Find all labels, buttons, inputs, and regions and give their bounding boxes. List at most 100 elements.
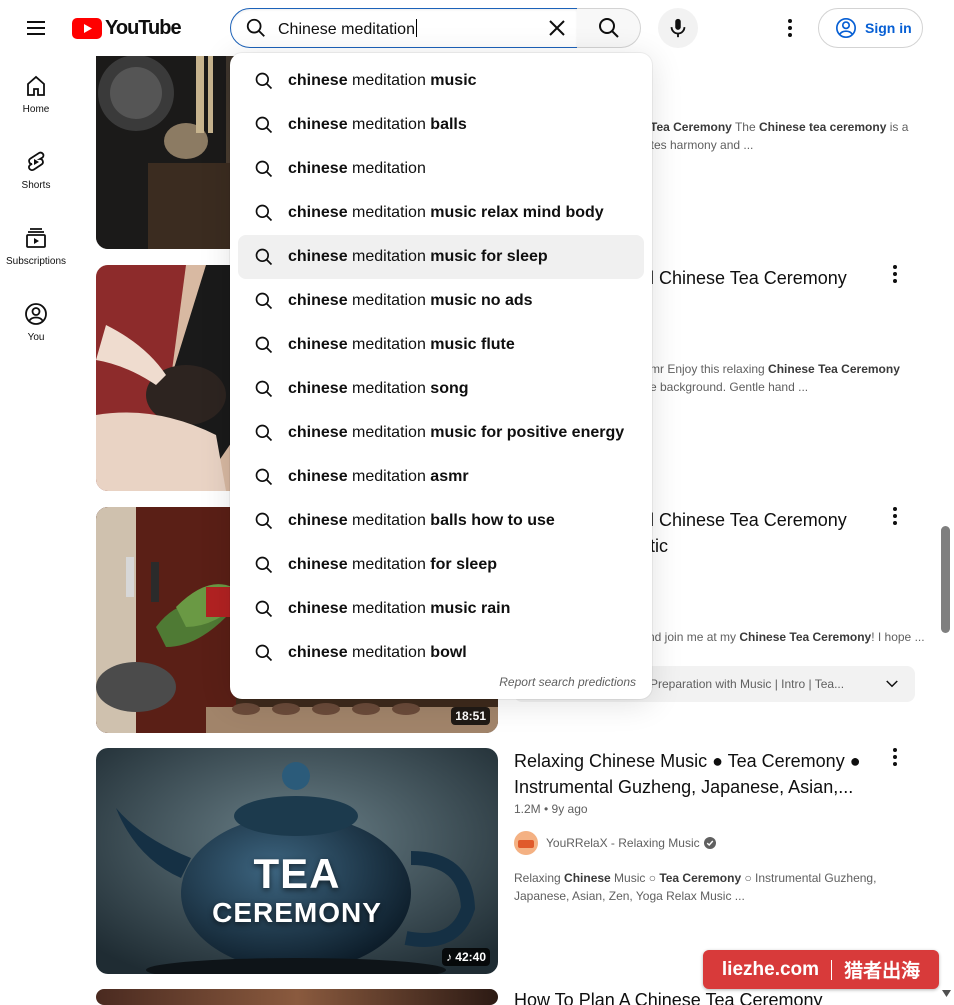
- more-vert-icon: [893, 265, 897, 283]
- sidebar-item-subscriptions[interactable]: Subscriptions: [0, 208, 72, 282]
- settings-menu-button[interactable]: [770, 8, 810, 48]
- result-title[interactable]: How To Plan A Chinese Tea Ceremony: [514, 989, 914, 1005]
- sidebar-item-label: Home: [22, 104, 50, 115]
- thumbnail-subtitle-text: CEREMONY: [212, 897, 382, 928]
- channel-name: YouRRelaX - Relaxing Music: [546, 836, 700, 850]
- youtube-logo[interactable]: YouTube: [72, 16, 182, 40]
- watermark-divider: [831, 959, 833, 980]
- more-vert-icon: [893, 748, 897, 766]
- page-scrollbar[interactable]: [938, 0, 954, 1005]
- sidebar-item-home[interactable]: Home: [0, 56, 72, 130]
- search-suggestion-item[interactable]: chinese meditation music for sleep: [238, 235, 644, 279]
- search-suggestion-item[interactable]: chinese meditation music flute: [238, 323, 644, 367]
- search-input[interactable]: Chinese meditation: [230, 8, 578, 48]
- search-suggestion-item[interactable]: chinese meditation asmr: [238, 455, 644, 499]
- chapters-text: Preparation with Music | Intro | Tea...: [650, 677, 845, 691]
- search-icon: [254, 159, 274, 184]
- search-suggestion-item[interactable]: chinese meditation music rain: [238, 587, 644, 631]
- watermark-right-text: 猎者出海: [844, 961, 921, 982]
- search-suggestion-text: chinese meditation song: [288, 380, 469, 397]
- search-suggestion-item[interactable]: chinese meditation balls: [238, 103, 644, 147]
- shorts-icon: [28, 151, 45, 171]
- channel-link[interactable]: YouRRelaX - Relaxing Music: [514, 831, 716, 855]
- watermark-badge: liezhe.com 猎者出海: [703, 950, 939, 989]
- account-circle-icon: [836, 18, 856, 38]
- search-icon: [254, 203, 274, 228]
- result-title-line: al Chinese Tea Ceremony: [640, 510, 847, 530]
- video-thumbnail[interactable]: [96, 989, 498, 1005]
- search-icon: [254, 467, 274, 492]
- result-title[interactable]: Relaxing Chinese Music ● Tea Ceremony ● …: [514, 748, 874, 800]
- report-search-predictions-link[interactable]: Report search predictions: [499, 675, 636, 689]
- sidebar-item-you[interactable]: You: [0, 284, 72, 358]
- more-vert-icon: [893, 507, 897, 525]
- subscriptions-icon: [26, 228, 46, 248]
- search-icon: [254, 335, 274, 360]
- search-suggestion-text: chinese meditation music for positive en…: [288, 424, 625, 441]
- search-suggestion-text: chinese meditation balls: [288, 116, 467, 133]
- search-icon: [254, 555, 274, 580]
- result-snippet: nd join me at my Chinese Tea Ceremony! I…: [648, 630, 925, 644]
- menu-button[interactable]: [16, 8, 56, 48]
- sidebar-item-shorts[interactable]: Shorts: [0, 132, 72, 206]
- search-suggestion-item[interactable]: chinese meditation music for positive en…: [238, 411, 644, 455]
- search-suggestion-text: chinese meditation balls how to use: [288, 512, 555, 529]
- search-suggestion-item[interactable]: chinese meditation bowl: [238, 631, 644, 675]
- search-input-value[interactable]: Chinese meditation: [278, 19, 417, 39]
- result-snippet: mr Enjoy this relaxing Chinese Tea Cerem…: [650, 362, 900, 394]
- video-duration: ♪ 42:40: [441, 948, 490, 966]
- hamburger-icon: [27, 21, 45, 35]
- you-icon: [25, 303, 47, 325]
- music-note-icon: ♪: [445, 950, 452, 964]
- sidebar-item-label: Shorts: [21, 180, 51, 191]
- more-vert-icon: [788, 19, 792, 37]
- search-icon: [254, 643, 274, 668]
- close-icon: [549, 20, 565, 36]
- search-suggestion-item[interactable]: chinese meditation music relax mind body: [238, 191, 644, 235]
- video-duration: 18:51: [451, 707, 490, 725]
- search-suggestion-text: chinese meditation music relax mind body: [288, 204, 604, 221]
- clear-search-button[interactable]: [541, 9, 573, 47]
- search-button[interactable]: [577, 8, 641, 48]
- search-icon: [254, 71, 274, 96]
- result-menu-button[interactable]: [883, 262, 907, 286]
- search-suggestion-item[interactable]: chinese meditation music: [238, 59, 644, 103]
- video-result[interactable]: TEA CEREMONY ♪ 42:40 Relaxing Chinese Mu…: [96, 748, 916, 974]
- video-result[interactable]: How To Plan A Chinese Tea Ceremony: [96, 989, 916, 1005]
- search-suggestion-text: chinese meditation asmr: [288, 468, 469, 485]
- chevron-down-icon[interactable]: [883, 675, 901, 696]
- search-icon: [254, 247, 274, 272]
- search-suggestion-text: chinese meditation music for sleep: [288, 248, 548, 265]
- search-suggestion-text: chinese meditation music flute: [288, 336, 515, 353]
- search-suggestion-item[interactable]: chinese meditation for sleep: [238, 543, 644, 587]
- voice-search-button[interactable]: [658, 8, 698, 48]
- search-icon: [254, 115, 274, 140]
- scroll-down-arrow-icon[interactable]: [942, 990, 951, 997]
- sidebar-item-label: You: [27, 332, 45, 343]
- result-menu-button[interactable]: [883, 745, 907, 769]
- search-icon: [598, 18, 619, 38]
- search-suggestion-text: chinese meditation: [288, 160, 426, 177]
- search-icon: [254, 379, 274, 404]
- search-suggestion-item[interactable]: chinese meditation: [238, 147, 644, 191]
- result-meta: 1.2M • 9y ago: [514, 802, 588, 816]
- search-suggestion-text: chinese meditation music no ads: [288, 292, 533, 309]
- search-suggestion-item[interactable]: chinese meditation music no ads: [238, 279, 644, 323]
- search-icon: [245, 17, 267, 44]
- microphone-icon: [670, 18, 686, 38]
- search-suggestion-item[interactable]: chinese meditation balls how to use: [238, 499, 644, 543]
- avatar: [514, 831, 538, 855]
- result-menu-button[interactable]: [883, 504, 907, 528]
- verified-badge-icon: [703, 837, 716, 849]
- sign-in-button[interactable]: Sign in: [818, 8, 923, 48]
- search-suggestion-text: chinese meditation bowl: [288, 644, 467, 661]
- scrollbar-thumb[interactable]: [941, 526, 950, 633]
- search-icon: [254, 599, 274, 624]
- video-thumbnail[interactable]: TEA CEREMONY ♪ 42:40: [96, 748, 498, 974]
- search-suggestion-text: chinese meditation music: [288, 72, 477, 89]
- thumbnail-title-text: TEA: [253, 850, 341, 897]
- search-icon: [254, 291, 274, 316]
- watermark-left-text: liezhe.com: [721, 958, 820, 980]
- search-suggestion-item[interactable]: chinese meditation song: [238, 367, 644, 411]
- search-icon: [254, 423, 274, 448]
